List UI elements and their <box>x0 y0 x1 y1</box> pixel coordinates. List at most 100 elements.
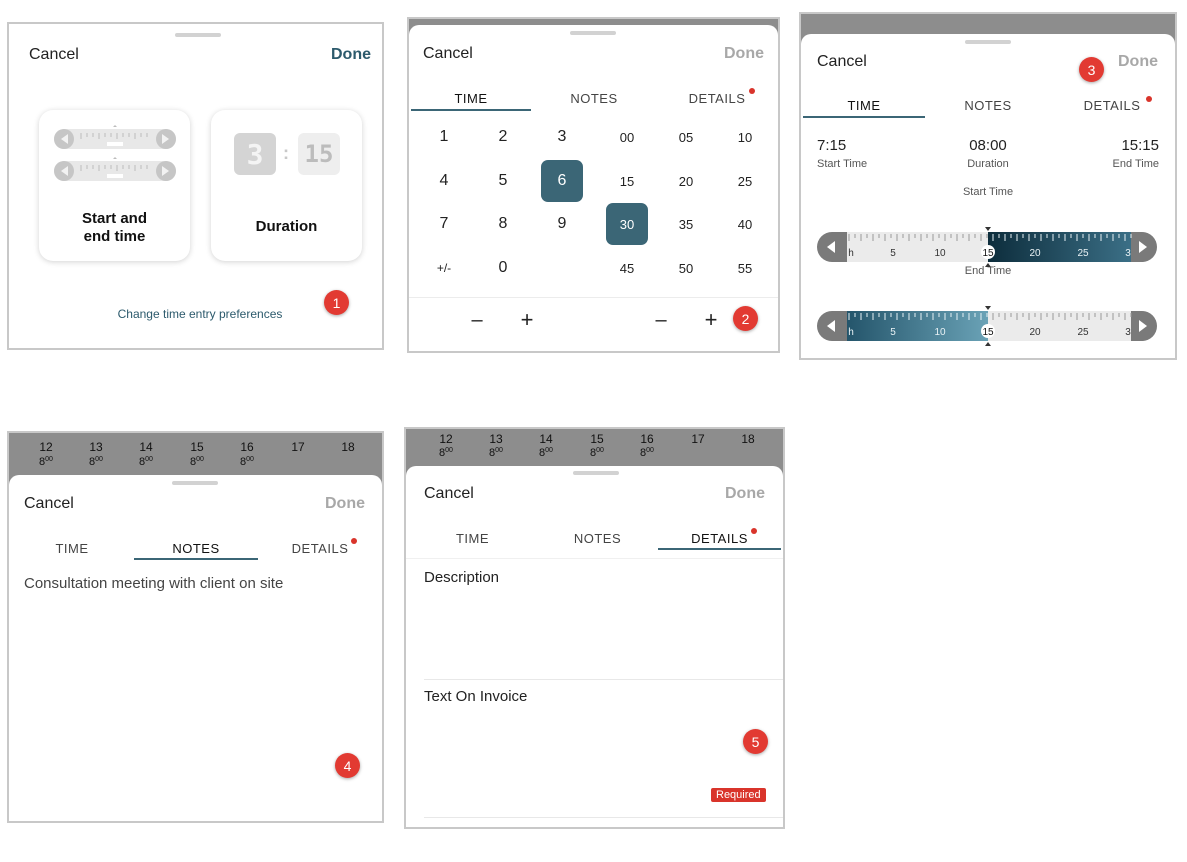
duration-option[interactable]: 3 : 15 Duration <box>211 110 362 261</box>
time-rulers[interactable]: h 5 10 20 25 3 15 h 5 10 20 25 3 15 <box>801 194 1175 354</box>
done-button[interactable]: Done <box>725 485 765 503</box>
sheet-grabber[interactable] <box>573 471 619 475</box>
start-ruler-tick-3: 3 <box>1125 248 1131 259</box>
tab-notes[interactable]: NOTES <box>535 531 660 546</box>
start-time-label: Start Time <box>817 158 868 170</box>
end-ruler-tick-15: 15 <box>982 327 994 338</box>
step-badge-2: 2 <box>733 306 758 331</box>
cancel-button[interactable]: Cancel <box>817 53 867 71</box>
calendar-day-14[interactable]: 14 <box>531 432 561 446</box>
hour-key-1[interactable]: 1 <box>423 116 465 158</box>
sign-toggle-key[interactable]: +/- <box>423 247 465 289</box>
start-ruler-tick-h: h <box>848 248 854 259</box>
hour-key-2[interactable]: 2 <box>482 116 524 158</box>
tab-details[interactable]: DETAILS <box>658 531 781 546</box>
tab-time[interactable]: TIME <box>411 91 531 106</box>
minute-key-00[interactable]: 00 <box>606 116 648 158</box>
minute-key-45[interactable]: 45 <box>606 247 648 289</box>
required-badge: Required <box>711 788 766 802</box>
step-badge-3: 3 <box>1079 57 1104 82</box>
minute-key-35[interactable]: 35 <box>665 203 707 245</box>
sheet-grabber[interactable] <box>570 31 616 35</box>
tab-indicator <box>411 109 531 111</box>
cancel-button[interactable]: Cancel <box>29 46 79 64</box>
minute-key-10[interactable]: 10 <box>724 116 766 158</box>
calendar-day-18[interactable]: 18 <box>333 440 363 454</box>
end-ruler-range <box>847 311 988 341</box>
minute-key-20[interactable]: 20 <box>665 160 707 202</box>
calendar-day-15[interactable]: 15 <box>582 432 612 446</box>
end-ruler-tick-5: 5 <box>890 327 896 338</box>
minute-key-50[interactable]: 50 <box>665 247 707 289</box>
hour-key-5[interactable]: 5 <box>482 160 524 202</box>
sheet: Cancel Done TIME NOTES DETAILS 123456789… <box>409 25 778 351</box>
minute-key-30[interactable]: 30 <box>606 203 648 245</box>
start-ruler-pointer-bottom <box>985 263 991 267</box>
hour-key-3[interactable]: 3 <box>541 116 583 158</box>
done-button[interactable]: Done <box>331 46 371 64</box>
tab-details[interactable]: DETAILS <box>1051 98 1173 113</box>
minute-key-15[interactable]: 15 <box>606 160 648 202</box>
calendar-day-16[interactable]: 16 <box>232 440 262 454</box>
minute-key-25[interactable]: 25 <box>724 160 766 202</box>
calendar-day-18[interactable]: 18 <box>733 432 763 446</box>
tab-indicator <box>803 116 925 118</box>
minute-key-05[interactable]: 05 <box>665 116 707 158</box>
calendar-day-17[interactable]: 17 <box>683 432 713 446</box>
calendar-hours: 800 <box>439 447 453 459</box>
done-button[interactable]: Done <box>1118 53 1158 71</box>
tab-details[interactable]: DETAILS <box>657 91 777 106</box>
tab-notes[interactable]: NOTES <box>534 91 654 106</box>
tab-time[interactable]: TIME <box>11 541 133 556</box>
end-time-value: 15:15 <box>1121 137 1159 154</box>
sheet-grabber[interactable] <box>175 33 221 37</box>
hour-key-9[interactable]: 9 <box>541 203 583 245</box>
notes-text-area[interactable]: Consultation meeting with client on site <box>24 575 283 592</box>
hour-key-0[interactable]: 0 <box>482 247 524 289</box>
panel-entry-mode: Cancel Done Start and end time 3: 15 Du… <box>7 22 384 350</box>
minute-key-55[interactable]: 55 <box>724 247 766 289</box>
minute-plus-button[interactable]: + <box>690 299 732 341</box>
hour-key-8[interactable]: 8 <box>482 203 524 245</box>
end-ruler-tick-3: 3 <box>1125 327 1131 338</box>
calendar-day-17[interactable]: 17 <box>283 440 313 454</box>
ruler-icon <box>54 125 176 181</box>
calendar-day-12[interactable]: 12 <box>31 440 61 454</box>
cancel-button[interactable]: Cancel <box>24 495 74 513</box>
hour-key-4[interactable]: 4 <box>423 160 465 202</box>
hour-key-7[interactable]: 7 <box>423 203 465 245</box>
hour-plus-button[interactable]: + <box>506 299 548 341</box>
end-ruler-pointer-top <box>985 306 991 310</box>
start-end-time-option[interactable]: Start and end time <box>39 110 190 261</box>
tab-notes[interactable]: NOTES <box>134 541 258 556</box>
done-button[interactable]: Done <box>724 45 764 63</box>
tab-time[interactable]: TIME <box>410 531 535 546</box>
end-ruler-pointer-bottom <box>985 342 991 346</box>
panel-notes: 12 13 14 15 16 17 18 800 800 800 800 800 Cancel Don… <box>7 431 384 823</box>
end-time-label: End Time <box>1112 158 1159 170</box>
minute-minus-button[interactable]: – <box>640 299 682 341</box>
panel-keypad: Cancel Done TIME NOTES DETAILS 123456789… <box>407 17 780 353</box>
calendar-day-16[interactable]: 16 <box>632 432 662 446</box>
tab-time[interactable]: TIME <box>803 98 925 113</box>
end-ruler-tick-h: h <box>848 327 854 338</box>
sheet-grabber[interactable] <box>172 481 218 485</box>
tab-notes[interactable]: NOTES <box>927 98 1049 113</box>
calendar-day-12[interactable]: 12 <box>431 432 461 446</box>
calendar-day-13[interactable]: 13 <box>81 440 111 454</box>
minute-key-40[interactable]: 40 <box>724 203 766 245</box>
calendar-day-15[interactable]: 15 <box>182 440 212 454</box>
text-on-invoice-field[interactable]: Text On Invoice Required <box>406 680 783 816</box>
calendar-day-14[interactable]: 14 <box>131 440 161 454</box>
hour-minus-button[interactable]: – <box>456 299 498 341</box>
cancel-button[interactable]: Cancel <box>424 485 474 503</box>
done-button[interactable]: Done <box>325 495 365 513</box>
description-field[interactable]: Description <box>406 559 783 679</box>
sheet-grabber[interactable] <box>965 40 1011 44</box>
calendar-day-13[interactable]: 13 <box>481 432 511 446</box>
tab-details[interactable]: DETAILS <box>259 541 381 556</box>
hour-key-6[interactable]: 6 <box>541 160 583 202</box>
calendar-hours: 800 <box>640 447 654 459</box>
calendar-hours: 800 <box>590 447 604 459</box>
cancel-button[interactable]: Cancel <box>423 45 473 63</box>
